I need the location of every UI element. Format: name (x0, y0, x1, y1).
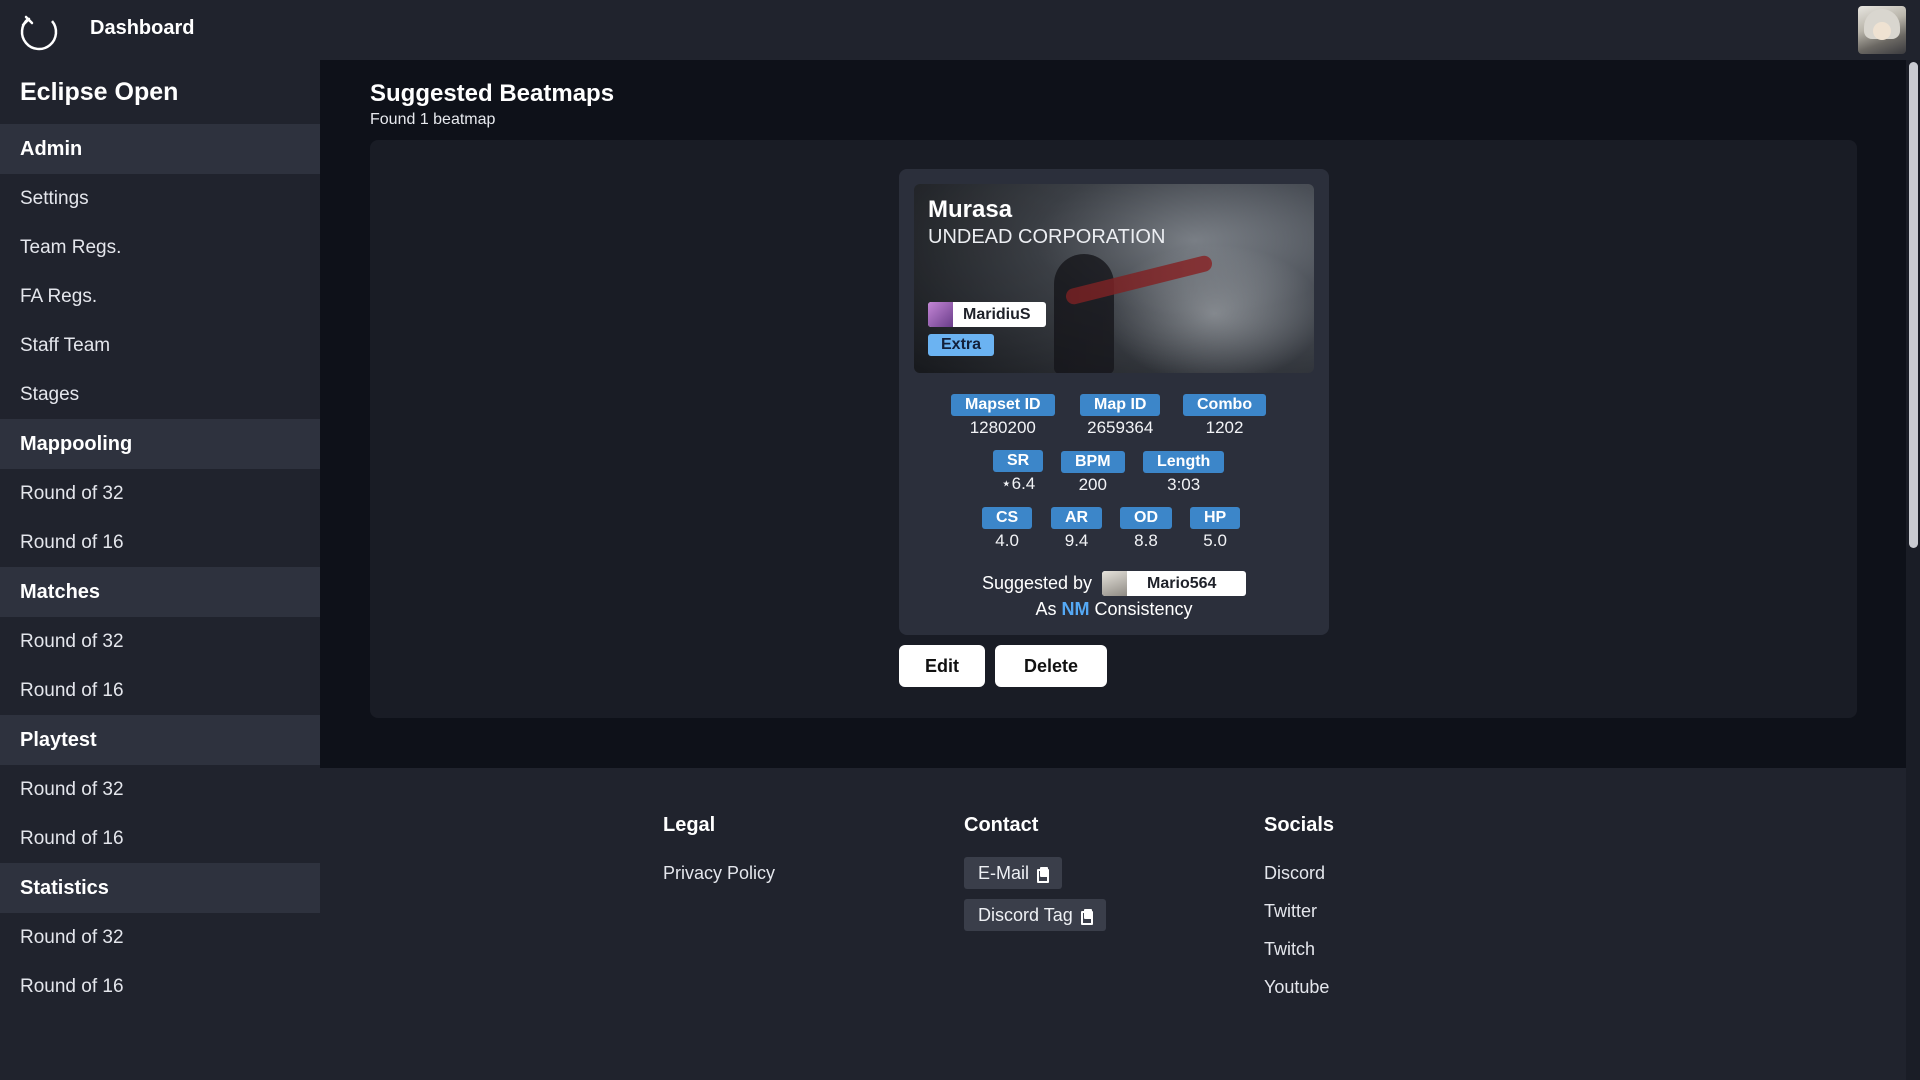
user-avatar[interactable] (1858, 6, 1906, 54)
sidebar-item-playtest-ro32[interactable]: Round of 32 (0, 765, 320, 814)
sidebar-item-playtest-ro16[interactable]: Round of 16 (0, 814, 320, 863)
sidebar-title: Eclipse Open (20, 78, 179, 106)
delete-button[interactable]: Delete (995, 645, 1107, 687)
stat-value: 1280200 (969, 418, 1036, 437)
discord-link[interactable]: Discord (1264, 863, 1334, 884)
sidebar-item-matches-ro32[interactable]: Round of 32 (0, 617, 320, 666)
stat-hp: HP 5.0 (1190, 507, 1241, 551)
app-title[interactable]: Dashboard (90, 17, 194, 40)
mapper-avatar (928, 302, 953, 327)
stat-label: Map ID (1080, 394, 1161, 416)
eclipse-logo-icon[interactable] (16, 8, 62, 54)
email-copy-button[interactable]: E-Mail (964, 857, 1063, 889)
email-label: E-Mail (978, 862, 1030, 883)
stat-value: ⋆6.4 (1000, 474, 1036, 493)
sidebar-item-stages[interactable]: Stages (0, 370, 320, 419)
footer-contact: Contact E-Mail Discord Tag (964, 814, 1106, 931)
sidebar-section-matches: Matches (0, 567, 320, 617)
page-title: Suggested Beatmaps (370, 80, 615, 107)
stat-label: Length (1143, 451, 1225, 473)
edit-button[interactable]: Edit (899, 645, 985, 687)
stat-label: OD (1120, 507, 1172, 529)
page-scrollbar[interactable] (1906, 60, 1920, 1080)
twitch-link[interactable]: Twitch (1264, 939, 1334, 960)
stat-sr: SR ⋆6.4 (993, 450, 1044, 494)
as-prefix: As (1035, 599, 1057, 619)
category-label: Consistency (1094, 599, 1193, 619)
discord-tag-copy-button[interactable]: Discord Tag (964, 899, 1106, 931)
stat-value: 1202 (1205, 418, 1244, 437)
stat-label: SR (993, 450, 1044, 472)
youtube-link[interactable]: Youtube (1264, 977, 1334, 998)
sidebar-item-statistics-ro32[interactable]: Round of 32 (0, 913, 320, 962)
top-bar: Dashboard (0, 0, 1920, 60)
beatmap-card: Murasa UNDEAD CORPORATION MaridiuS Extra… (899, 169, 1329, 635)
footer-legal-heading: Legal (663, 814, 716, 836)
sidebar-item-mappooling-ro16[interactable]: Round of 16 (0, 518, 320, 567)
footer-contact-heading: Contact (964, 814, 1039, 836)
stat-value: 2659364 (1087, 418, 1154, 437)
sidebar-item-settings[interactable]: Settings (0, 174, 320, 223)
stat-value: 9.4 (1064, 531, 1089, 550)
sidebar-section-playtest: Playtest (0, 715, 320, 765)
sidebar-item-statistics-ro16[interactable]: Round of 16 (0, 962, 320, 1011)
suggester-avatar (1102, 571, 1128, 596)
stat-label: AR (1051, 507, 1103, 529)
stat-label: Mapset ID (951, 394, 1055, 416)
sidebar-item-mappooling-ro32[interactable]: Round of 32 (0, 469, 320, 518)
footer-legal: Legal Privacy Policy (663, 814, 775, 884)
scrollbar-thumb[interactable] (1909, 62, 1918, 548)
suggester-badge[interactable]: Mario564 (1102, 571, 1247, 596)
stat-value: 3:03 (1167, 475, 1201, 494)
mapper-name: MaridiuS (963, 305, 1031, 323)
footer: Legal Privacy Policy Contact E-Mail Disc… (320, 768, 1906, 1080)
stat-label: CS (982, 507, 1033, 529)
stat-label: HP (1190, 507, 1241, 529)
sidebar-item-staff-team[interactable]: Staff Team (0, 321, 320, 370)
mod-category-line: As NM Consistency (899, 599, 1329, 620)
stat-mapset-id: Mapset ID 1280200 (951, 394, 1055, 438)
stat-label: Combo (1183, 394, 1267, 416)
song-artist: UNDEAD CORPORATION (928, 226, 1166, 248)
stat-value: 5.0 (1203, 531, 1227, 550)
sidebar-item-fa-regs[interactable]: FA Regs. (0, 272, 320, 321)
suggested-by-label: Suggested by (981, 573, 1093, 593)
copy-icon (1037, 866, 1050, 883)
sidebar-item-matches-ro16[interactable]: Round of 16 (0, 666, 320, 715)
stat-cs: CS 4.0 (982, 507, 1033, 551)
sidebar-item-team-regs[interactable]: Team Regs. (0, 223, 320, 272)
stat-ar: AR 9.4 (1051, 507, 1103, 551)
sidebar: Eclipse Open Admin Settings Team Regs. F… (0, 60, 320, 1080)
copy-icon (1080, 908, 1093, 925)
stat-value: 8.8 (1134, 531, 1158, 550)
stat-bpm: BPM 200 (1061, 451, 1125, 495)
beatmap-cover-image: Murasa UNDEAD CORPORATION MaridiuS Extra (914, 184, 1314, 373)
stat-combo: Combo 1202 (1183, 394, 1267, 438)
mapper-badge[interactable]: MaridiuS (928, 302, 1046, 327)
page-subtitle: Found 1 beatmap (370, 111, 496, 128)
stat-value: 4.0 (995, 531, 1019, 550)
stat-map-id: Map ID 2659364 (1080, 394, 1161, 438)
suggester-name: Mario564 (1147, 574, 1217, 592)
sidebar-section-admin: Admin (0, 124, 320, 174)
stat-od: OD 8.8 (1120, 507, 1172, 551)
suggested-by-line: Suggested by Mario564 (899, 571, 1329, 596)
privacy-policy-link[interactable]: Privacy Policy (663, 863, 775, 884)
song-title: Murasa (928, 196, 1013, 223)
sidebar-section-mappooling: Mappooling (0, 419, 320, 469)
stat-label: BPM (1061, 451, 1125, 473)
stat-length: Length 3:03 (1143, 451, 1225, 495)
twitter-link[interactable]: Twitter (1264, 901, 1334, 922)
footer-socials-heading: Socials (1264, 814, 1335, 836)
stat-value: 200 (1078, 475, 1107, 494)
footer-socials: Socials Discord Twitter Twitch Youtube (1264, 814, 1334, 998)
discord-tag-label: Discord Tag (978, 904, 1073, 925)
difficulty-badge: Extra (928, 334, 995, 356)
mod-label: NM (1061, 599, 1090, 619)
sidebar-section-statistics: Statistics (0, 863, 320, 913)
